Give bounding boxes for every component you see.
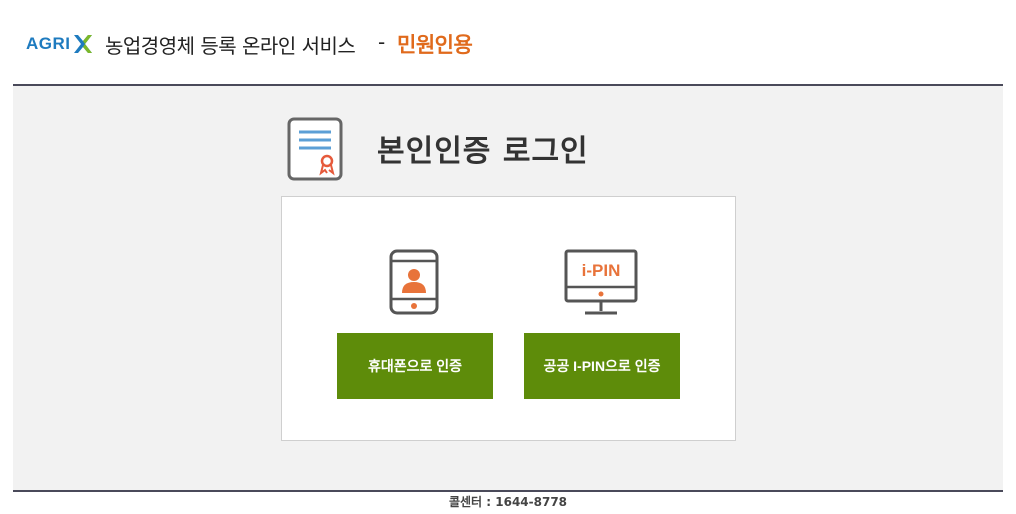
page-title: 본인인증 로그인 <box>377 134 589 169</box>
phone-auth-button[interactable]: 휴대폰으로 인증 <box>337 333 493 399</box>
certificate-icon <box>287 117 343 181</box>
call-center-info: 콜센터 : 1644-8778 <box>448 495 568 509</box>
ipin-icon-text: i-PIN <box>582 261 621 280</box>
site-title: 농업경영체 등록 온라인 서비스 <box>105 34 356 58</box>
ipin-auth-button[interactable]: 공공 I-PIN으로 인증 <box>524 333 680 399</box>
agrix-logo[interactable]: AGRI <box>26 30 94 58</box>
phone-person-icon <box>389 249 439 315</box>
page-header: AGRI 농업경영체 등록 온라인 서비스 - 민원인용 <box>0 0 1016 84</box>
footer-divider <box>13 490 1003 492</box>
title-separator: - <box>378 30 386 54</box>
logo-text: AGRI <box>26 34 71 53</box>
auth-options-card <box>281 196 736 441</box>
ipin-monitor-icon: i-PIN <box>564 249 638 315</box>
x-mark-icon <box>73 35 92 53</box>
user-type-label: 민원인용 <box>397 33 473 57</box>
